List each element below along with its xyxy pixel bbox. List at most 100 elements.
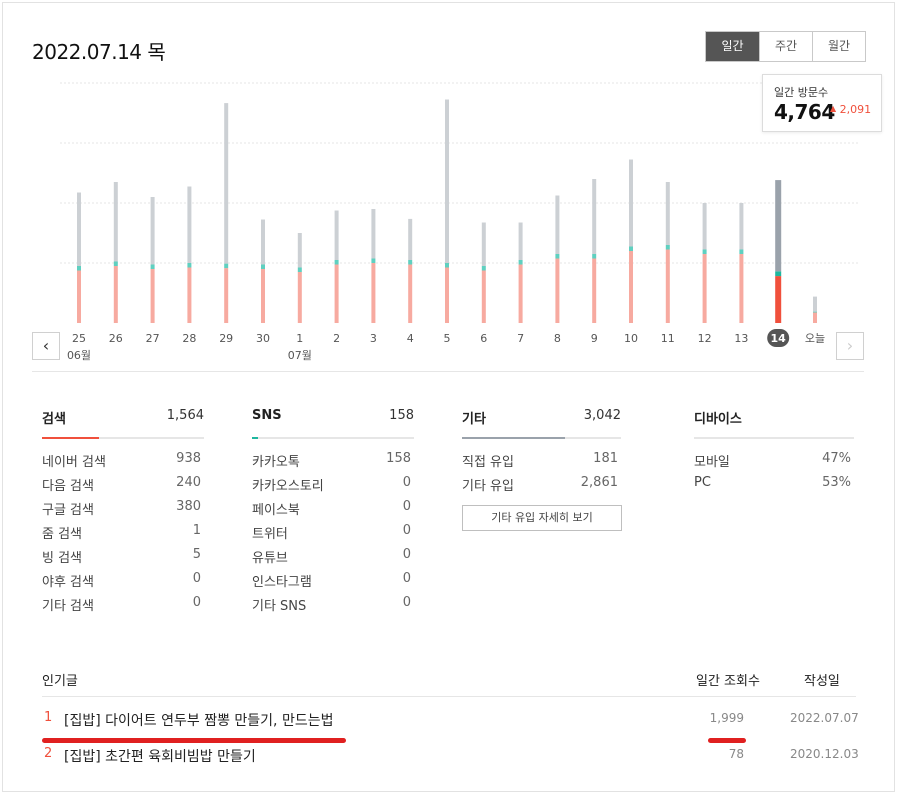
bar-search [371,263,376,323]
stat-row-label: 모바일 [694,455,730,470]
x-tick-label: 26 [109,332,123,345]
bar-search [739,254,744,323]
bar-search [665,249,670,323]
x-tick-label: 27 [146,332,160,345]
stat-search: 검색 1,564 네이버 검색 938 다음 검색 240 구글 검색 380 줌 검색 1 빙… [42,408,204,619]
post-date: 2022.07.07 [790,711,859,725]
bar-other [334,210,339,260]
bar-sns [297,267,302,272]
stat-row-label: 줌 검색 [42,527,83,542]
stat-search-bar-fill [42,437,99,439]
stat-row: 직접 유입 181 [462,451,621,475]
stat-search-total: 1,564 [166,408,204,423]
bar-other [739,203,744,250]
bar-sns [629,246,633,251]
bar-other [813,296,817,312]
divider [32,371,864,372]
stat-row: 빙 검색 5 [42,547,204,571]
bar-other [371,209,376,259]
bar-sns [77,266,81,271]
stat-row-value: 0 [192,571,201,586]
post-rank: 1 [44,710,53,725]
x-tick-label: 1 [296,332,303,345]
bar-other [187,186,192,263]
bar-other [518,222,523,260]
x-tick-label: 14 [771,332,787,345]
bar-other [224,103,229,264]
stat-row-value: 47% [822,451,851,466]
bar-sns [665,245,670,250]
bar-sns [555,254,560,259]
stat-row-label: 트위터 [252,527,288,542]
stat-row: 카카오톡 158 [252,451,414,475]
x-tick-label: 12 [698,332,712,345]
post-title-link[interactable]: [집밥] 다이어트 연두부 짬뽕 만들기, 만드는법 [64,710,333,730]
popular-posts: 인기글 일간 조회수 작성일 1 [집밥] 다이어트 연두부 짬뽕 만들기, 만… [42,668,859,765]
stat-row-label: 기타 유입 [462,479,514,494]
bar-sns [187,263,192,268]
bar-search [150,269,155,323]
bar-sns [334,260,339,265]
bar-search [408,264,413,323]
stat-row-label: PC [694,475,711,490]
bar-search [113,266,118,323]
stat-row: 기타 유입 2,861 [462,475,621,499]
popular-post-row[interactable]: 2 [집밥] 초간편 육회비빔밥 만들기 78 2020.12.03 [42,746,859,772]
popular-post-row[interactable]: 1 [집밥] 다이어트 연두부 짬뽕 만들기, 만드는법 1,999 2022.… [42,710,859,736]
bar-search [261,269,265,323]
bar-sns [261,264,265,269]
stat-row: 네이버 검색 938 [42,451,204,475]
arrow-up-icon: ▲ [830,104,837,113]
stat-sns-rows: 카카오톡 158 카카오스토리 0 페이스북 0 트위터 0 유튜브 0 인스타그램 0 기타 SNS 0 [252,451,414,619]
post-views: 1,999 [709,711,744,725]
stat-sns-title: SNS [252,408,282,423]
stat-device-rows: 모바일 47% PC 53% [694,451,854,499]
bar-other [408,218,413,260]
next-period-button[interactable]: › [836,332,864,360]
stat-row-value: 181 [593,451,618,466]
stat-row-label: 카카오톡 [252,455,300,470]
stat-row-label: 네이버 검색 [42,455,106,470]
popular-date-header: 작성일 [804,674,840,689]
x-tick-label: 11 [661,332,675,345]
x-tick-label: 28 [182,332,196,345]
stat-row-label: 빙 검색 [42,551,83,566]
bar-search [297,272,302,323]
bar-other [702,203,707,250]
post-views: 78 [728,747,744,761]
stat-row-value: 0 [402,475,411,490]
stat-row-value: 380 [176,499,201,514]
stat-row-label: 카카오스토리 [252,479,324,494]
other-detail-button[interactable]: 기타 유입 자세히 보기 [462,505,622,531]
stat-row-value: 0 [402,523,411,538]
stat-row: 기타 검색 0 [42,595,204,619]
bar-other [77,192,81,266]
stat-row-label: 구글 검색 [42,503,94,518]
stat-row-label: 기타 SNS [252,599,307,614]
bar-other [555,195,560,254]
stat-row-label: 야후 검색 [42,575,94,590]
stat-row-value: 938 [176,451,201,466]
post-title-link[interactable]: [집밥] 초간편 육회비빔밥 만들기 [64,746,256,766]
prev-period-button[interactable]: ‹ [32,332,60,360]
stat-row: 페이스북 0 [252,499,414,523]
stat-other: 기타 3,042 직접 유입 181 기타 유입 2,861 기타 유입 자세히 보기 [462,408,622,531]
month-label: 06월 [67,349,91,362]
bar-sns [592,254,597,259]
stat-row-value: 0 [402,595,411,610]
stat-device-bar [694,437,854,439]
stat-row: 다음 검색 240 [42,475,204,499]
stat-search-rows: 네이버 검색 938 다음 검색 240 구글 검색 380 줌 검색 1 빙 검색 5 야후 검색… [42,451,204,619]
stat-row-value: 1 [192,523,201,538]
stat-other-total: 3,042 [583,408,621,423]
bar-search [518,264,523,323]
chevron-right-icon: › [846,336,854,355]
stat-row-value: 53% [822,475,851,490]
x-tick-label: 7 [517,332,524,345]
stat-sns: SNS 158 카카오톡 158 카카오스토리 0 페이스북 0 트위터 0 유튜브 0 인스타그램… [252,408,414,619]
stat-row-value: 0 [402,571,411,586]
chart-svg: 25 26 27 28 29 30 1 2 3 4 5 6 7 8 9 10 11 12 13 14 오늘06월 07월 [60,82,858,362]
post-rank: 2 [44,746,53,761]
bar-other [775,180,782,272]
x-tick-label: 8 [554,332,561,345]
